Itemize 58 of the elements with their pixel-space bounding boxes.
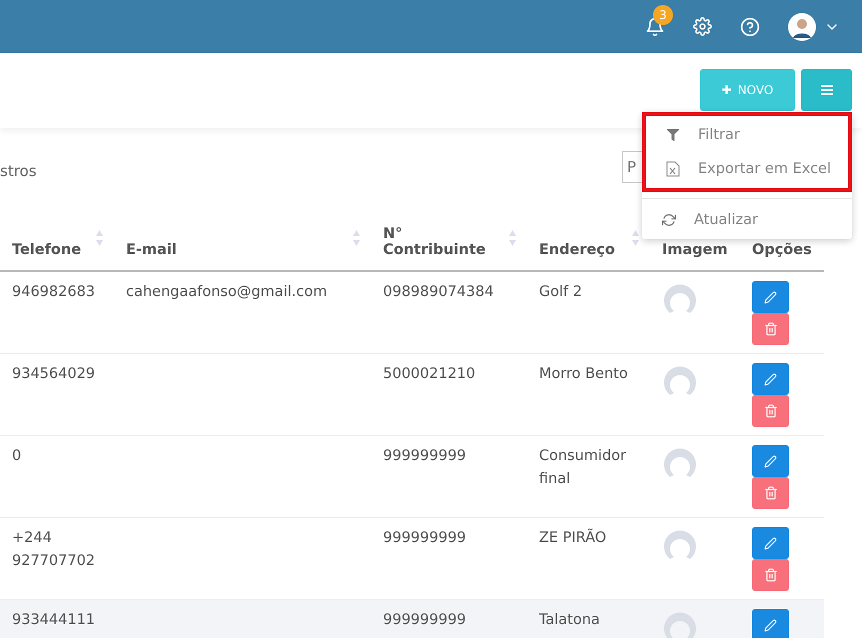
- pencil-icon: [764, 372, 777, 386]
- table-cell: 999999999: [383, 448, 466, 464]
- table-cell: 946982683: [12, 284, 96, 300]
- column-header: Telefone: [12, 242, 82, 258]
- delete-button[interactable]: [752, 395, 789, 427]
- table-cell: Talatona: [539, 612, 600, 628]
- delete-button[interactable]: [752, 313, 789, 345]
- pencil-icon: [764, 536, 777, 550]
- table-cell: 999999999: [383, 530, 466, 546]
- filter-icon: [664, 129, 682, 141]
- table-cell: +244 927707702: [12, 530, 96, 569]
- table-cell: 999999999: [383, 612, 466, 628]
- settings-icon[interactable]: [693, 17, 712, 36]
- menu-item[interactable]: Filtrar: [646, 118, 848, 152]
- refresh-icon: [660, 213, 678, 227]
- table-cell: 933444111: [12, 612, 96, 628]
- edit-button[interactable]: [752, 527, 789, 559]
- avatar-icon[interactable]: [788, 12, 816, 40]
- menu-item[interactable]: Exportar em Excel: [646, 152, 848, 186]
- table-row[interactable]: 946982683 cahengaafonso@gmail.com 098989074384 Golf 2: [0, 271, 824, 354]
- table-cell: 5000021210: [383, 366, 476, 382]
- edit-button[interactable]: [752, 363, 789, 395]
- notification-count: 3: [653, 4, 673, 24]
- pencil-icon: [764, 454, 777, 468]
- table-cell: 098989074384: [383, 284, 494, 300]
- help-icon[interactable]: [740, 16, 760, 36]
- table-cell: ZE PIRÃO: [539, 530, 606, 546]
- edit-button[interactable]: [752, 281, 789, 313]
- menu-icon: [820, 84, 832, 94]
- delete-button[interactable]: [752, 559, 789, 591]
- table-row[interactable]: 934564029 5000021210 Morro Bento: [0, 354, 824, 436]
- excel-icon: [664, 161, 682, 177]
- table-row[interactable]: 933444111 999999999 Talatona: [0, 600, 824, 638]
- edit-button[interactable]: [752, 445, 789, 477]
- column-header: N° Contribuinte: [383, 226, 486, 258]
- table-row[interactable]: +244 927707702 999999999 ZE PIRÃO: [0, 518, 824, 600]
- trash-icon: [764, 568, 778, 582]
- pencil-icon: [764, 290, 777, 304]
- menu-item[interactable]: Atualizar: [642, 203, 852, 237]
- table-cell: 0: [12, 448, 22, 464]
- pencil-icon: [764, 618, 777, 632]
- column-header: E-mail: [126, 242, 177, 258]
- edit-button[interactable]: [752, 609, 789, 638]
- menu-button[interactable]: [801, 68, 852, 110]
- trash-icon: [764, 322, 778, 336]
- column-header: Opções: [752, 242, 812, 258]
- column-header: Endereço: [539, 242, 615, 258]
- table-row[interactable]: 0 999999999 Consumidor final: [0, 436, 824, 518]
- delete-button[interactable]: [752, 477, 789, 509]
- table-cell: Consumidor final: [539, 448, 626, 487]
- trash-icon: [764, 404, 778, 418]
- table-cell: cahengaafonso@gmail.com: [126, 284, 328, 300]
- column-header: Imagem: [662, 242, 728, 258]
- table-cell: Morro Bento: [539, 366, 628, 382]
- trash-icon: [764, 486, 778, 500]
- records-label: stros: [0, 162, 37, 180]
- table-cell: Golf 2: [539, 284, 582, 300]
- table-cell: 934564029: [12, 366, 96, 382]
